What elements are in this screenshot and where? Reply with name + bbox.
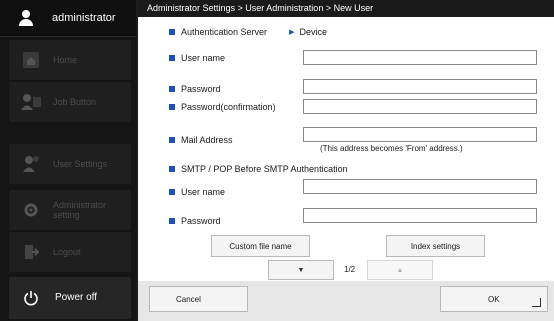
user-name-input[interactable] <box>303 50 537 65</box>
password-confirm-row: Password(confirmation) <box>138 96 276 118</box>
bullet-icon <box>169 104 175 110</box>
mail-address-note: (This address becomes 'From' address.) <box>320 144 463 153</box>
custom-file-name-button[interactable]: Custom file name <box>211 235 310 257</box>
home-icon <box>19 48 43 72</box>
sidebar-item-user-settings[interactable]: User Settings <box>9 144 131 184</box>
mail-address-input[interactable] <box>303 127 537 142</box>
auth-server-row: Authentication Server ▶ Device <box>138 21 327 43</box>
password-input[interactable] <box>303 79 537 94</box>
cancel-button[interactable]: Cancel <box>149 286 248 312</box>
bullet-icon <box>169 218 175 224</box>
page-up-button[interactable]: ▲ <box>367 260 433 280</box>
mail-address-row: Mail Address <box>138 129 233 151</box>
bullet-icon <box>169 137 175 143</box>
gear-icon <box>19 198 43 222</box>
bullet-icon <box>169 55 175 61</box>
index-settings-button[interactable]: Index settings <box>386 235 485 257</box>
auth-server-value[interactable]: Device <box>299 27 327 37</box>
power-icon <box>19 286 43 310</box>
sidebar-item-administrator-setting[interactable]: Administrator setting <box>9 190 131 230</box>
user-icon <box>18 10 34 26</box>
page-down-button[interactable]: ▼ <box>268 260 334 280</box>
smtp-password-input[interactable] <box>303 208 537 223</box>
bullet-icon <box>169 29 175 35</box>
password-confirm-input[interactable] <box>303 99 537 114</box>
breadcrumb: Administrator Settings > User Administra… <box>138 0 554 17</box>
ok-button[interactable]: OK <box>440 286 548 312</box>
main-panel: Administrator Settings > User Administra… <box>138 0 554 321</box>
sidebar-spacer <box>9 124 131 144</box>
chevron-down-icon: ▼ <box>297 266 305 274</box>
form-area: Authentication Server ▶ Device User name… <box>138 17 554 281</box>
smtp-user-name-row: User name <box>138 181 225 203</box>
user-settings-icon <box>19 152 43 176</box>
sidebar-item-job-button[interactable]: Job Button <box>9 82 131 122</box>
sidebar-item-logout[interactable]: Logout <box>9 232 131 272</box>
enter-corner-icon <box>532 298 541 307</box>
sidebar: administrator Home Job Button User Setti… <box>0 0 136 321</box>
arrow-right-icon: ▶ <box>289 29 295 36</box>
smtp-user-name-input[interactable] <box>303 179 537 194</box>
sidebar-item-home[interactable]: Home <box>9 40 131 80</box>
page-indicator: 1/2 <box>344 265 356 274</box>
power-off-button[interactable]: Power off <box>9 277 131 319</box>
bullet-icon <box>169 166 175 172</box>
bullet-icon <box>169 189 175 195</box>
bullet-icon <box>169 86 175 92</box>
user-name-row: User name <box>138 47 225 69</box>
chevron-up-icon: ▲ <box>396 266 404 274</box>
smtp-password-row: Password <box>138 210 221 232</box>
smtp-section-header: SMTP / POP Before SMTP Authentication <box>138 158 348 180</box>
user-name: administrator <box>52 12 116 24</box>
action-bar: Cancel OK <box>138 281 554 321</box>
logout-icon <box>19 240 43 264</box>
user-account[interactable]: administrator <box>0 0 136 37</box>
ok-label: OK <box>488 294 500 304</box>
job-button-icon <box>19 90 43 114</box>
